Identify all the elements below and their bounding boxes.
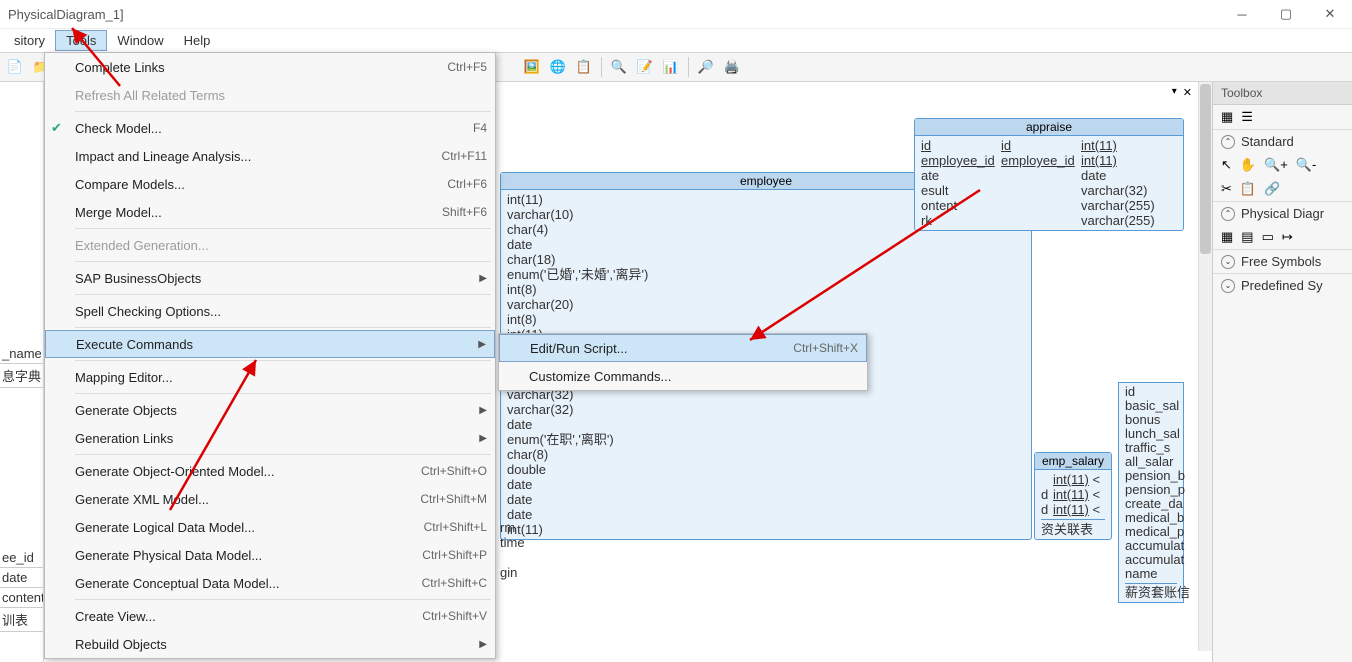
table-icon[interactable]: ▦ xyxy=(1221,229,1233,245)
annotation-arrow xyxy=(720,180,1000,360)
toolbar-icon[interactable]: 🖼️ xyxy=(521,56,543,78)
ref-icon[interactable]: ▭ xyxy=(1262,229,1274,245)
maximize-button[interactable]: ▢ xyxy=(1264,0,1308,28)
zoom-out-icon[interactable]: 🔍- xyxy=(1296,157,1317,173)
link-icon[interactable]: 🔗 xyxy=(1264,181,1280,197)
menu-item[interactable]: Spell Checking Options... xyxy=(45,297,495,325)
table-salary-detail[interactable]: idbasic_salbonuslunch_saltraffic_sall_sa… xyxy=(1118,382,1184,603)
menu-item[interactable]: Rebuild Objects▶ xyxy=(45,630,495,658)
grid-icon[interactable]: ▦ xyxy=(1221,109,1233,125)
toolbar-icon[interactable]: 📋 xyxy=(573,56,595,78)
zoom-in-icon[interactable]: 🔍+ xyxy=(1264,157,1288,173)
hand-icon[interactable]: ✋ xyxy=(1240,157,1256,173)
list-icon[interactable]: ☰ xyxy=(1241,109,1253,125)
copy-icon[interactable]: 📋 xyxy=(1240,181,1256,197)
submenu-item[interactable]: Customize Commands... xyxy=(499,362,867,390)
table-title: appraise xyxy=(915,119,1183,136)
left-label: 息字典 xyxy=(0,364,43,388)
chevron-down-icon[interactable]: ▾ xyxy=(1172,86,1177,99)
toolbar-icon[interactable]: 🌐 xyxy=(547,56,569,78)
toolbar-icon[interactable]: 🔍 xyxy=(608,56,630,78)
toolbox-cat-predef[interactable]: ⌄Predefined Sy xyxy=(1213,273,1352,297)
toolbox-mode-row: ▦ ☰ xyxy=(1213,105,1352,129)
print-icon[interactable]: 🖨️ xyxy=(721,56,743,78)
menu-item[interactable]: SAP BusinessObjects▶ xyxy=(45,264,495,292)
menu-help[interactable]: Help xyxy=(174,31,221,50)
menu-item[interactable]: Generate Conceptual Data Model...Ctrl+Sh… xyxy=(45,569,495,597)
menu-item[interactable]: Merge Model...Shift+F6 xyxy=(45,198,495,226)
toolbox-cat-physical[interactable]: ⌃Physical Diagr xyxy=(1213,201,1352,225)
pointer-icon[interactable]: ↖ xyxy=(1221,157,1232,173)
close-icon[interactable]: ✕ xyxy=(1183,86,1192,99)
table-title: emp_salary xyxy=(1035,453,1111,470)
close-button[interactable]: ✕ xyxy=(1308,0,1352,28)
annotation-arrow xyxy=(160,340,340,520)
left-label: content xyxy=(0,588,43,608)
employee-left-fragments: rm time gin xyxy=(500,520,525,580)
vertical-scrollbar[interactable] xyxy=(1198,82,1212,651)
toolbox-panel: Toolbox ▦ ☰ ⌃Standard ↖ ✋ 🔍+ 🔍- ✂ 📋 🔗 ⌃P… xyxy=(1212,82,1352,662)
toolbar-icon[interactable]: 📝 xyxy=(634,56,656,78)
menu-item: Extended Generation... xyxy=(45,231,495,259)
menu-item[interactable]: Generate Physical Data Model...Ctrl+Shif… xyxy=(45,541,495,569)
title-bar: PhysicalDiagram_1] xyxy=(0,0,1352,28)
table-emp-salary[interactable]: emp_salary int(11) <dint(11) <dint(11) <… xyxy=(1034,452,1112,540)
menu-item[interactable]: ✔Check Model...F4 xyxy=(45,114,495,142)
cut-icon[interactable]: ✂ xyxy=(1221,181,1232,197)
toolbar-icon[interactable]: 📊 xyxy=(660,56,682,78)
toolbox-row: ✂ 📋 🔗 xyxy=(1213,177,1352,201)
window-controls: ─ ▢ ✕ xyxy=(1220,0,1352,28)
toolbox-row: ↖ ✋ 🔍+ 🔍- xyxy=(1213,153,1352,177)
table-body: int(11) <dint(11) <dint(11) <资关联表 xyxy=(1035,470,1111,539)
toolbox-row: ▦ ▤ ▭ ↦ xyxy=(1213,225,1352,249)
relation-icon[interactable]: ↦ xyxy=(1282,229,1293,245)
annotation-arrow xyxy=(60,16,140,96)
view-icon[interactable]: ▤ xyxy=(1241,229,1253,245)
toolbar-icon[interactable]: 🔎 xyxy=(695,56,717,78)
menu-item[interactable]: Create View...Ctrl+Shift+V xyxy=(45,602,495,630)
toolbar-icon[interactable]: 📄 xyxy=(4,56,26,78)
menu-item[interactable]: Impact and Lineage Analysis...Ctrl+F11 xyxy=(45,142,495,170)
toolbox-cat-standard[interactable]: ⌃Standard xyxy=(1213,129,1352,153)
menu-bar: sitory Tools Window Help xyxy=(0,28,1352,52)
menu-repository[interactable]: sitory xyxy=(4,31,55,50)
left-label: date xyxy=(0,568,43,588)
left-label: _name xyxy=(0,344,43,364)
table-body: idbasic_salbonuslunch_saltraffic_sall_sa… xyxy=(1119,383,1183,602)
pane-controls: ▾ ✕ xyxy=(1172,86,1192,99)
minimize-button[interactable]: ─ xyxy=(1220,0,1264,28)
toolbox-cat-free[interactable]: ⌄Free Symbols xyxy=(1213,249,1352,273)
left-panel: _name 息字典 ee_id date content 训表 xyxy=(0,82,44,662)
left-label: 训表 xyxy=(0,608,43,632)
toolbox-title: Toolbox xyxy=(1213,82,1352,105)
menu-item[interactable]: Compare Models...Ctrl+F6 xyxy=(45,170,495,198)
left-label: ee_id xyxy=(0,548,43,568)
scroll-thumb[interactable] xyxy=(1200,84,1211,254)
